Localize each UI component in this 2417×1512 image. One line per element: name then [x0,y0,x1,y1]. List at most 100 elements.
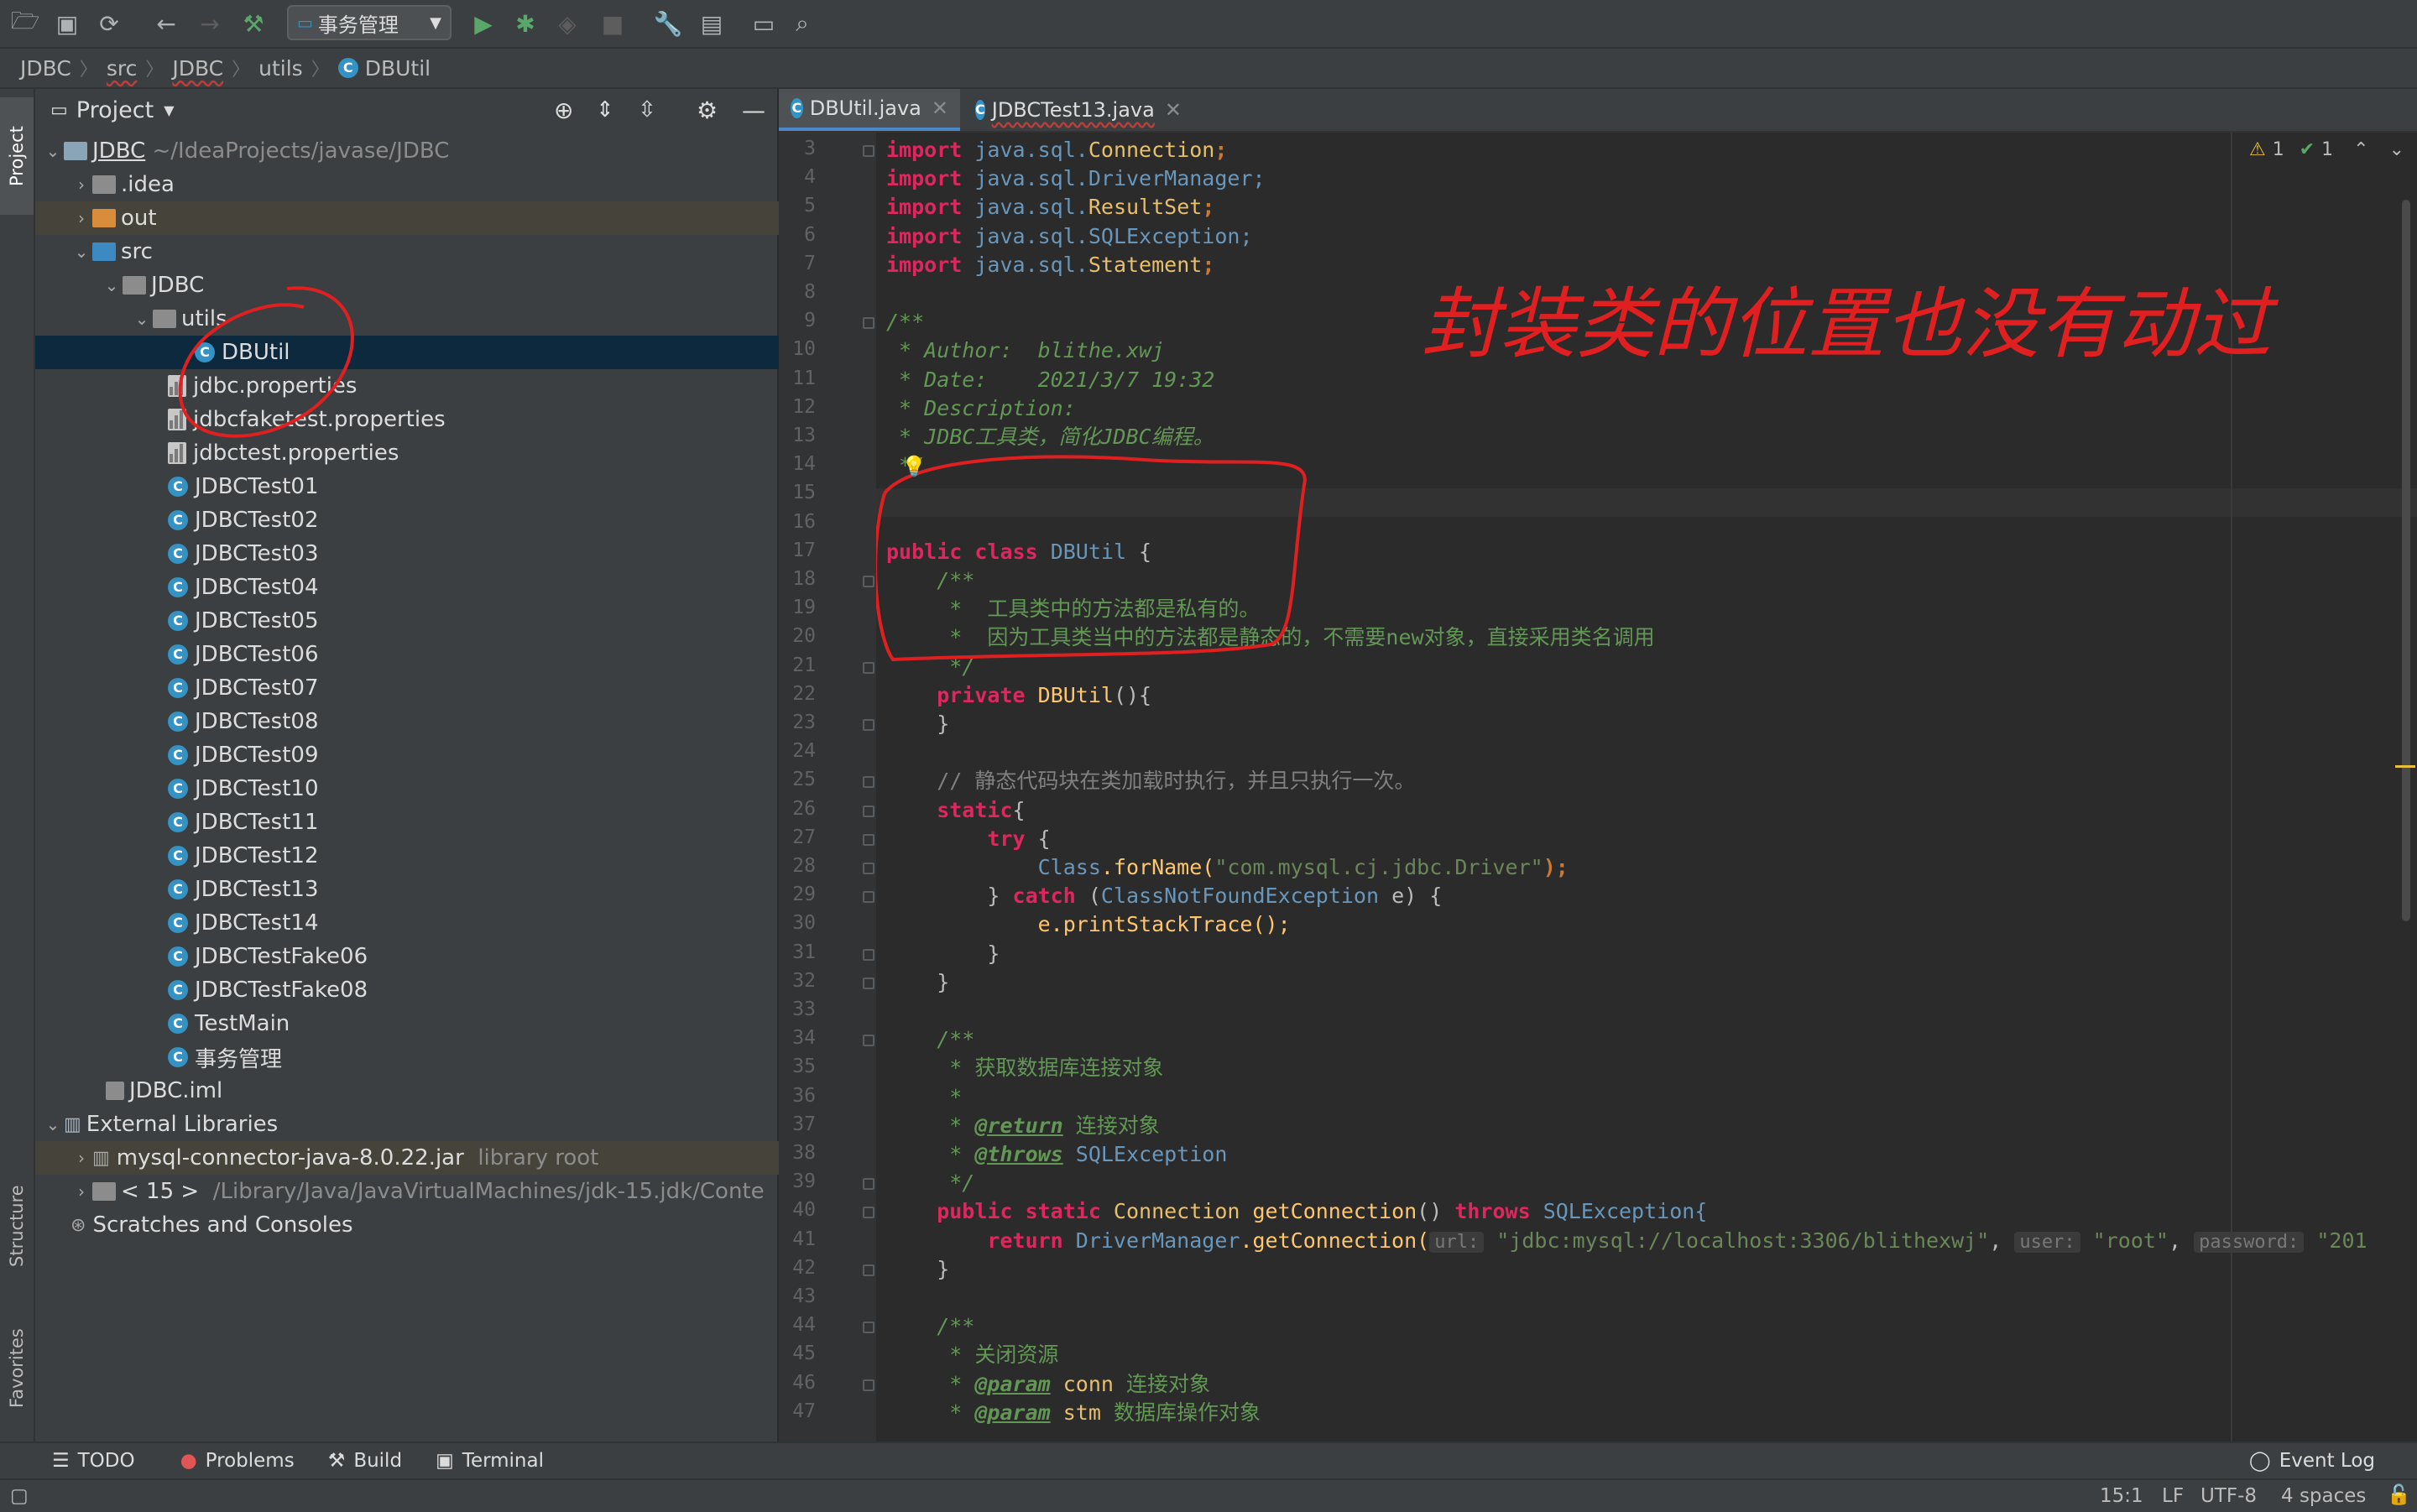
run-icon[interactable]: ▶ [468,8,499,39]
code-line[interactable]: try { [886,825,1050,853]
tree-item-idea[interactable]: › .idea [35,168,812,201]
sync-icon[interactable]: ⟳ [94,8,124,39]
stop-icon[interactable]: ■ [598,8,628,39]
code-line[interactable]: public class DBUtil { [886,538,1151,566]
fold-marker-icon[interactable] [863,891,874,904]
close-icon[interactable]: ✕ [932,96,948,120]
tab-structure[interactable]: Structure [0,1163,34,1289]
tab-project[interactable]: Project [0,97,34,215]
code-line[interactable]: } catch (ClassNotFoundException e) { [886,882,1442,910]
code-line[interactable]: * @param conn 连接对象 [886,1370,1210,1399]
code-line[interactable]: } [886,968,949,997]
intention-bulb-icon[interactable]: 💡 [901,455,927,478]
chevron-down-icon[interactable]: ⌄ [70,242,92,262]
collapse-all-icon[interactable]: ⇳ [638,97,656,123]
tree-item-out[interactable]: › out [35,201,812,235]
fold-marker-icon[interactable] [863,833,874,846]
code-line[interactable]: static{ [886,796,1025,825]
code-line[interactable]: private DBUtil(){ [886,681,1151,710]
coverage-icon[interactable]: ◈ [552,8,582,39]
chevron-right-icon[interactable]: › [70,208,92,228]
code-line[interactable]: import java.sql.ResultSet; [886,193,1214,222]
fold-marker-icon[interactable] [863,1379,874,1391]
project-structure-icon[interactable]: ▤ [697,8,727,39]
code-editor[interactable]: ⚠ 1 ✔ 1 ⌃ ⌄ import java.sql.Connection; imp… [876,133,2417,1442]
tree-item-scratches[interactable]: ⊛ Scratches and Consoles [35,1208,812,1242]
close-icon[interactable]: ✕ [1165,98,1182,122]
save-icon[interactable]: ▣ [52,8,82,39]
code-line[interactable]: * Author: blithe.xwj [886,336,1164,365]
gear-icon[interactable]: ⚙ [697,96,718,124]
fold-marker-icon[interactable] [863,1264,874,1276]
breadcrumb-item-jdbc[interactable]: JDBC [172,56,223,81]
search-icon[interactable]: ⌕ [787,8,817,39]
code-line[interactable]: * 因为工具类当中的方法都是静态的，不需要new对象，直接采用类名调用 [886,623,1654,652]
tab-favorites[interactable]: Favorites [0,1306,34,1431]
chevron-right-icon[interactable]: › [70,1181,92,1202]
file-encoding[interactable]: UTF-8 [2200,1485,2257,1507]
code-line[interactable]: */ [886,653,974,681]
fold-marker-icon[interactable] [863,719,874,731]
fold-marker-icon[interactable] [863,576,874,587]
warning-stripe-marker[interactable] [2395,765,2415,768]
fold-marker-icon[interactable] [863,1322,874,1334]
fold-marker-icon[interactable] [863,863,874,874]
terminal-window-icon[interactable]: ▭ [749,8,779,39]
fold-marker-icon[interactable] [863,317,874,330]
fold-marker-icon[interactable] [863,776,874,789]
code-line[interactable]: * [886,1083,962,1112]
build-hammer-icon[interactable]: ⚒ [238,8,269,39]
tree-item-src[interactable]: ⌄ src [35,235,812,269]
open-folder-icon[interactable]: 🗁 [10,7,40,39]
code-line[interactable]: * 获取数据库连接对象 [886,1054,1163,1082]
vertical-scrollbar[interactable] [2402,200,2410,921]
code-line[interactable]: } [886,710,949,738]
tab-jdbctest13-java[interactable]: C JDBCTest13.java ✕ [963,89,1182,131]
chevron-down-icon[interactable]: ▼ [164,102,174,118]
code-line[interactable]: import java.sql.Statement; [886,251,1214,279]
breadcrumb-item-src[interactable]: src [107,56,138,81]
tab-dbutil-java[interactable]: C DBUtil.java ✕ [779,89,960,131]
chevron-down-icon[interactable]: ⌄ [2389,139,2404,160]
line-separator[interactable]: LF [2162,1485,2184,1507]
breadcrumb-item-utils[interactable]: utils [258,56,303,81]
code-line[interactable]: /** [886,308,924,336]
fold-marker-icon[interactable] [863,1207,874,1219]
code-line[interactable]: * @return 连接对象 [886,1112,1160,1140]
back-arrow-icon[interactable]: ← [151,8,181,39]
code-line[interactable]: * 工具类中的方法都是私有的。 [886,595,1260,623]
chevron-down-icon[interactable]: ⌄ [101,275,123,295]
minimize-icon[interactable]: — [742,96,765,124]
wrench-settings-icon[interactable]: 🔧 [653,8,683,39]
chevron-right-icon[interactable]: › [70,175,92,195]
code-line[interactable]: * Date: 2021/3/7 19:32 [886,366,1214,394]
code-line[interactable]: public static Connection getConnection()… [886,1197,1707,1226]
tool-terminal-button[interactable]: Terminal [462,1450,544,1472]
forward-arrow-icon[interactable]: → [195,8,225,39]
tree-item-iml[interactable]: JDBC.iml [35,1074,848,1108]
code-line[interactable]: * JDBC工具类，简化JDBC编程。 [886,423,1214,451]
code-line[interactable]: import java.sql.SQLException; [886,222,1253,251]
indent-setting[interactable]: 4 spaces [2281,1485,2366,1507]
code-line[interactable]: * Description: [886,394,1076,423]
tool-todo-button[interactable]: TODO [78,1450,135,1472]
code-line[interactable]: Class.forName("com.mysql.cj.jdbc.Driver"… [886,853,1569,882]
breadcrumb-item-dbutil[interactable]: C DBUtil [337,56,431,81]
code-line[interactable]: import java.sql.Connection; [886,136,1227,164]
tree-item-project-root[interactable]: ⌄ JDBC ~/IdeaProjects/javase/JDBC [35,134,784,168]
lock-icon[interactable]: 🔓 [2387,1483,2411,1506]
caret-position[interactable]: 15:1 [2100,1485,2143,1507]
fold-marker-icon[interactable] [863,805,874,817]
code-line[interactable]: /** [886,1312,974,1341]
chevron-up-icon[interactable]: ⌃ [2353,139,2368,160]
layout-toggle-icon[interactable]: ▢ [10,1485,29,1507]
debug-bug-icon[interactable]: ✱ [510,8,540,39]
code-line[interactable]: /** [886,566,974,595]
code-line[interactable]: } [886,1255,949,1284]
tree-item-library-jar[interactable]: › ▥ mysql-connector-java-8.0.22.jar librar… [35,1141,812,1175]
code-line[interactable]: * @throws SQLException [886,1140,1227,1169]
expand-all-icon[interactable]: ⇕ [596,97,614,123]
chevron-down-icon[interactable]: ⌄ [42,1114,64,1134]
fold-marker-icon[interactable] [863,1178,874,1191]
tree-item-jdk[interactable]: › < 15 > /Library/Java/JavaVirtualMachine… [35,1175,812,1208]
